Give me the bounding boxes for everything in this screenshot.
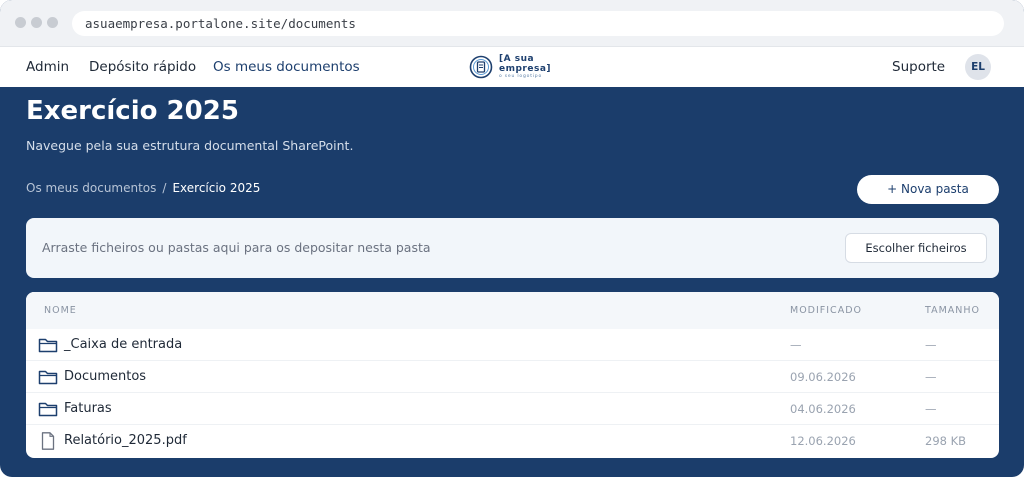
company-logo[interactable]: [A sua empresa] o seu logotipo xyxy=(469,53,569,81)
column-header-name[interactable]: NOME xyxy=(44,292,77,329)
file-name[interactable]: _Caixa de entrada xyxy=(64,329,182,361)
breadcrumb-root-link[interactable]: Os meus documentos xyxy=(26,181,156,195)
file-icon xyxy=(41,432,55,450)
folder-icon xyxy=(38,402,58,417)
table-header: NOME MODIFICADO TAMANHO xyxy=(26,292,999,329)
folder-icon xyxy=(38,338,58,353)
folder-icon xyxy=(38,370,58,385)
column-header-size[interactable]: TAMANHO xyxy=(925,292,980,329)
nav-my-documents-link[interactable]: Os meus documentos xyxy=(213,47,360,87)
logo-wordmark: [A sua empresa] xyxy=(499,54,551,74)
logo-document-icon xyxy=(469,55,493,79)
breadcrumb-current: Exercício 2025 xyxy=(172,181,261,195)
file-size: — xyxy=(925,370,937,384)
file-name[interactable]: Documentos xyxy=(64,361,146,393)
browser-window: asuaempresa.portalone.site/documents Adm… xyxy=(0,0,1024,477)
logo-line-2: empresa] xyxy=(499,64,552,74)
user-avatar[interactable]: EL xyxy=(965,54,991,80)
column-header-modified[interactable]: MODIFICADO xyxy=(790,292,862,329)
logo-tagline: o seu logotipo xyxy=(499,74,543,79)
table-row[interactable]: Relatório_2025.pdf 12.06.2026 298 KB xyxy=(26,425,999,457)
breadcrumb-separator: / xyxy=(162,181,167,195)
file-name[interactable]: Relatório_2025.pdf xyxy=(64,425,187,457)
browser-chrome: asuaempresa.portalone.site/documents xyxy=(0,0,1024,47)
upload-dropzone[interactable]: Arraste ficheiros ou pastas aqui para os… xyxy=(26,218,999,278)
file-size: — xyxy=(925,338,937,352)
logo-line-1: [A sua xyxy=(499,54,535,64)
choose-files-button[interactable]: Escolher ficheiros xyxy=(845,233,987,263)
file-modified: 12.06.2026 xyxy=(790,434,856,448)
file-size: 298 KB xyxy=(925,434,967,448)
file-modified: 04.06.2026 xyxy=(790,402,856,416)
page-subtitle: Navegue pela sua estrutura documental Sh… xyxy=(26,138,354,153)
window-close-dot[interactable] xyxy=(15,17,26,28)
file-size: — xyxy=(925,402,937,416)
table-row[interactable]: _Caixa de entrada — — xyxy=(26,329,999,361)
nav-admin-link[interactable]: Admin xyxy=(26,47,69,87)
address-bar[interactable]: asuaempresa.portalone.site/documents xyxy=(72,11,1004,36)
new-folder-button[interactable]: + Nova pasta xyxy=(857,175,999,204)
table-row[interactable]: Documentos 09.06.2026 — xyxy=(26,361,999,393)
top-navigation: Admin Depósito rápido Os meus documentos… xyxy=(0,47,1024,87)
nav-support-link[interactable]: Suporte xyxy=(892,47,945,87)
window-maximize-dot[interactable] xyxy=(47,17,58,28)
table-row[interactable]: Faturas 04.06.2026 — xyxy=(26,393,999,425)
file-modified: 09.06.2026 xyxy=(790,370,856,384)
window-minimize-dot[interactable] xyxy=(31,17,42,28)
file-modified: — xyxy=(790,338,802,352)
nav-quick-deposit-link[interactable]: Depósito rápido xyxy=(89,47,196,87)
file-name[interactable]: Faturas xyxy=(64,393,112,425)
breadcrumb: Os meus documentos / Exercício 2025 xyxy=(26,181,260,195)
file-table: NOME MODIFICADO TAMANHO _Caixa de entrad… xyxy=(26,292,999,458)
dropzone-text: Arraste ficheiros ou pastas aqui para os… xyxy=(42,240,431,255)
page-title: Exercício 2025 xyxy=(26,96,239,126)
